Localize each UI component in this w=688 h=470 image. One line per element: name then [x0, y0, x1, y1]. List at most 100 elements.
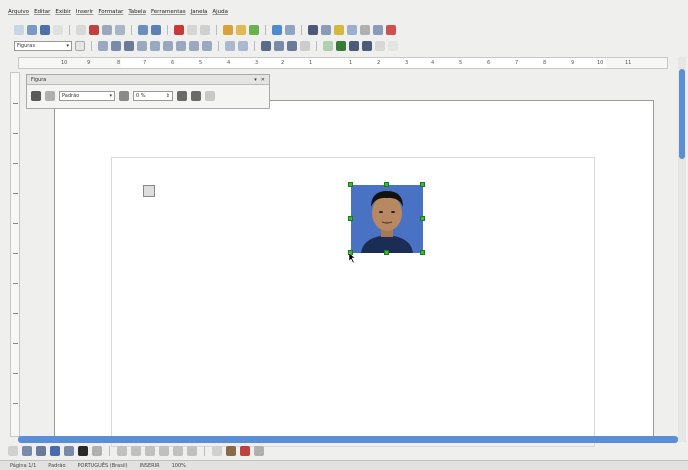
horizontal-ruler[interactable]: 10 9 8 7 6 5 4 3 2 1 1 2 3 4 5 6 7 8 9 1…	[18, 57, 668, 69]
object-properties-icon[interactable]	[362, 41, 372, 51]
close-icon[interactable]: ✕	[261, 77, 265, 83]
spellcheck-icon[interactable]	[138, 25, 148, 35]
autospell-icon[interactable]	[151, 25, 161, 35]
page-style[interactable]: Padrão	[48, 463, 65, 469]
style-select[interactable]: Figuras ▾	[14, 41, 72, 51]
hyperlink-icon[interactable]	[272, 25, 282, 35]
cut-icon[interactable]	[174, 25, 184, 35]
help-icon[interactable]	[386, 25, 396, 35]
copy-icon[interactable]	[187, 25, 197, 35]
flip-horizontal-icon[interactable]	[191, 91, 201, 101]
table-icon[interactable]	[285, 25, 295, 35]
wrap-right-icon[interactable]	[150, 41, 160, 51]
export-pdf-icon[interactable]	[89, 25, 99, 35]
unlink-frames-icon[interactable]	[336, 41, 346, 51]
resize-handle-w[interactable]	[348, 216, 353, 221]
extrusion-icon[interactable]	[254, 446, 264, 456]
open-icon[interactable]	[27, 25, 37, 35]
undo-icon[interactable]	[236, 25, 246, 35]
line-icon[interactable]	[22, 446, 32, 456]
menu-tools[interactable]: Ferramentas	[151, 9, 186, 15]
wrap-through-icon[interactable]	[163, 41, 173, 51]
graphics-mode-select[interactable]: Padrão ▾	[59, 91, 115, 101]
transparency-field[interactable]: 0 % ⇕	[133, 91, 173, 101]
resize-handle-n[interactable]	[384, 182, 389, 187]
show-draw-functions-icon[interactable]	[308, 25, 318, 35]
resize-handle-e[interactable]	[420, 216, 425, 221]
edit-file-icon[interactable]	[76, 25, 86, 35]
insert-mode[interactable]: INSERIR	[140, 463, 160, 469]
selected-image[interactable]	[351, 185, 423, 253]
menu-view[interactable]: Exibir	[55, 9, 71, 15]
menu-file[interactable]: Arquivo	[8, 9, 29, 15]
vertical-ruler[interactable]	[10, 72, 20, 437]
flowchart-icon[interactable]	[159, 446, 169, 456]
save-icon[interactable]	[40, 25, 50, 35]
new-document-icon[interactable]	[14, 25, 24, 35]
menu-table[interactable]: Tabela	[128, 9, 146, 15]
fontwork-icon[interactable]	[226, 446, 236, 456]
select-icon[interactable]	[8, 446, 18, 456]
block-arrows-icon[interactable]	[145, 446, 155, 456]
resize-handle-se[interactable]	[420, 250, 425, 255]
vertical-scroll-thumb[interactable]	[679, 69, 685, 159]
wrap-page-icon[interactable]	[111, 41, 121, 51]
ellipse-icon[interactable]	[50, 446, 60, 456]
email-icon[interactable]	[53, 25, 63, 35]
text-icon[interactable]	[78, 446, 88, 456]
send-to-back-icon[interactable]	[274, 41, 284, 51]
symbol-shapes-icon[interactable]	[131, 446, 141, 456]
bring-to-front-icon[interactable]	[261, 41, 271, 51]
nonprinting-chars-icon[interactable]	[360, 25, 370, 35]
horizontal-scrollbar[interactable]	[18, 436, 678, 443]
menu-help[interactable]: Ajuda	[212, 9, 228, 15]
wrap-left-icon[interactable]	[137, 41, 147, 51]
navigator-icon[interactable]	[334, 25, 344, 35]
frame-properties-icon[interactable]	[349, 41, 359, 51]
color-icon[interactable]	[119, 91, 129, 101]
resize-handle-ne[interactable]	[420, 182, 425, 187]
styles-icon[interactable]	[75, 41, 85, 51]
callout-icon[interactable]	[92, 446, 102, 456]
page-indicator[interactable]: Página 1/1	[10, 463, 36, 469]
rectangle-icon[interactable]	[36, 446, 46, 456]
from-file-icon[interactable]	[240, 446, 250, 456]
zoom-icon[interactable]	[373, 25, 383, 35]
gallery-icon[interactable]	[347, 25, 357, 35]
basic-shapes-icon[interactable]	[117, 446, 127, 456]
filter-dropdown-icon[interactable]	[45, 91, 55, 101]
vertical-scrollbar[interactable]	[678, 57, 686, 442]
document-canvas[interactable]	[22, 72, 678, 447]
align-center-icon[interactable]	[238, 41, 248, 51]
filter-icon[interactable]	[31, 91, 41, 101]
points-icon[interactable]	[212, 446, 222, 456]
border-style-icon[interactable]	[300, 41, 310, 51]
border-icon[interactable]	[287, 41, 297, 51]
callouts-icon[interactable]	[173, 446, 183, 456]
anchor-icon[interactable]	[143, 185, 155, 197]
resize-handle-nw[interactable]	[348, 182, 353, 187]
print-icon[interactable]	[102, 25, 112, 35]
macro-icon[interactable]	[375, 41, 385, 51]
freeform-icon[interactable]	[64, 446, 74, 456]
flip-vertical-icon[interactable]	[177, 91, 187, 101]
menu-format[interactable]: Formatar	[98, 9, 123, 15]
find-replace-icon[interactable]	[321, 25, 331, 35]
document-page[interactable]	[54, 100, 654, 447]
zoom-level[interactable]: 100%	[172, 463, 186, 469]
paste-icon[interactable]	[200, 25, 210, 35]
anchor-character-icon[interactable]	[202, 41, 212, 51]
language-indicator[interactable]: PORTUGUÊS (Brasil)	[78, 463, 128, 469]
crop-icon[interactable]	[205, 91, 215, 101]
anchor-page-icon[interactable]	[176, 41, 186, 51]
resize-handle-s[interactable]	[384, 250, 389, 255]
align-top-icon[interactable]	[225, 41, 235, 51]
wrap-optimal-icon[interactable]	[124, 41, 134, 51]
panel-titlebar[interactable]: Figura ▾ ✕	[27, 75, 269, 85]
menu-window[interactable]: Janela	[191, 9, 208, 15]
wrap-off-icon[interactable]	[98, 41, 108, 51]
panel-menu-icon[interactable]: ▾	[254, 77, 257, 83]
link-frames-icon[interactable]	[323, 41, 333, 51]
anchor-paragraph-icon[interactable]	[189, 41, 199, 51]
stars-icon[interactable]	[187, 446, 197, 456]
